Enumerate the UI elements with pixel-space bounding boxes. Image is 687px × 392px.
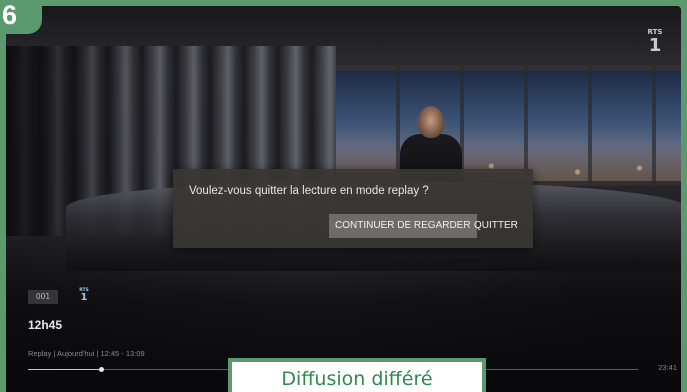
quit-replay-dialog: Voulez-vous quitter la lecture en mode r…: [173, 169, 533, 248]
window-mullions: [336, 66, 681, 186]
program-title: 12h45: [28, 318, 63, 332]
step-badge: 6: [0, 0, 42, 34]
caption-text: Diffusion différé: [232, 362, 482, 392]
progress-fill: [28, 369, 102, 370]
replay-info: Replay | Aujourd'hui | 12:45 - 13:09: [28, 349, 145, 358]
presenter-head: [418, 106, 444, 138]
dialog-message: Voulez-vous quitter la lecture en mode r…: [189, 185, 429, 197]
channel-small-logo-icon: RTS 1: [78, 288, 90, 303]
channel-logo-number: 1: [648, 35, 662, 56]
continue-watching-button[interactable]: CONTINUER DE REGARDER: [329, 214, 477, 238]
quit-button[interactable]: QUITTER: [468, 214, 524, 238]
end-time: 23:41: [658, 363, 677, 372]
video-frame: RTS 1 Voulez-vous quitter la lecture en …: [6, 6, 681, 392]
caption-label: Diffusion différé: [228, 358, 486, 392]
channel-small-logo-number: 1: [80, 292, 88, 303]
channel-number: 001: [28, 290, 58, 304]
channel-logo-icon: RTS 1: [647, 28, 663, 66]
